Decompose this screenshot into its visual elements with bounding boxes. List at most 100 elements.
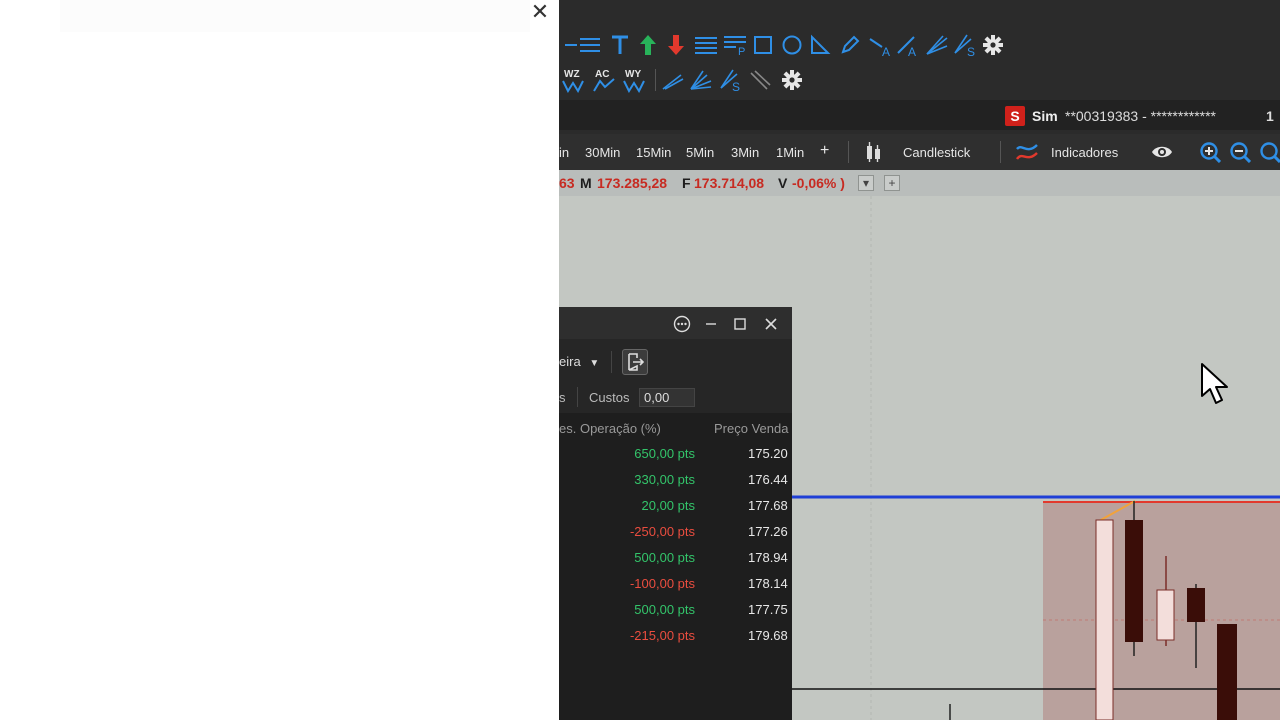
candle (1217, 624, 1237, 720)
result-cell: 500,00 pts (634, 602, 695, 617)
timeframe-15min[interactable]: 15Min (636, 144, 671, 162)
table-row[interactable]: 500,00 pts 178.94 (559, 545, 792, 571)
quote-v-value: -0,06% ) (792, 175, 845, 191)
fibonacci-lines-icon[interactable] (693, 32, 719, 58)
simulator-badge: S (1005, 106, 1025, 126)
candle (1187, 588, 1205, 622)
chart-type-selector[interactable]: Candlestick (903, 144, 970, 162)
gear-icon[interactable] (980, 32, 1006, 58)
zoom-in-icon[interactable] (1199, 141, 1222, 164)
table-row[interactable]: -250,00 pts 177.26 (559, 519, 792, 545)
parallel-lines-icon[interactable] (747, 67, 773, 93)
column-header-sell-price[interactable]: Preço Venda (714, 421, 788, 437)
toolbar-separator (848, 141, 849, 163)
table-row[interactable]: 20,00 pts 177.68 (559, 493, 792, 519)
wz-tool-icon[interactable]: WZ (560, 67, 586, 93)
side-panel-header (60, 0, 530, 32)
timeframe-60min[interactable]: in (559, 144, 569, 162)
table-row[interactable]: 500,00 pts 177.75 (559, 597, 792, 623)
indicators-icon[interactable] (1015, 141, 1038, 163)
portfolio-selector-label: eira (559, 354, 581, 369)
column-header-result[interactable]: es. Operação (%) (559, 421, 661, 437)
sell-price-cell: 179.68 (748, 628, 788, 643)
triangle-icon[interactable] (807, 32, 833, 58)
arrow-up-icon[interactable] (635, 32, 661, 58)
indicators-button[interactable]: Indicadores (1051, 144, 1118, 162)
ellipse-icon[interactable] (779, 32, 805, 58)
account-mode[interactable]: Sim (1032, 106, 1058, 126)
fan-a2-icon[interactable]: A (895, 32, 921, 58)
pivot-lines-icon[interactable]: P (722, 32, 748, 58)
trading-platform: P A A S WZ AC WY S S Sim **00319383 - **… (559, 0, 1280, 720)
result-cell: -100,00 pts (629, 576, 695, 591)
quote-f-value: 173.714,08 (694, 175, 765, 191)
fan-s2-icon[interactable]: S (718, 67, 744, 93)
account-extra: 1 (1266, 108, 1274, 124)
table-row[interactable]: 650,00 pts 175.20 (559, 441, 792, 467)
speed-lines-icon[interactable] (688, 67, 714, 93)
sell-price-cell: 178.94 (748, 550, 788, 565)
timeframe-1min[interactable]: 1Min (776, 144, 804, 162)
quote-f-label: F (682, 175, 691, 191)
zoom-out-icon[interactable] (1229, 141, 1252, 164)
svg-text:WZ: WZ (564, 69, 580, 80)
filter-label: s (559, 390, 566, 405)
pencil-icon[interactable] (837, 32, 863, 58)
sell-price-cell: 177.26 (748, 524, 788, 539)
result-cell: -215,00 pts (629, 628, 695, 643)
close-icon[interactable] (762, 315, 780, 333)
text-tool-icon[interactable] (607, 32, 633, 58)
result-cell: 20,00 pts (641, 498, 696, 513)
ac-tool-icon[interactable]: AC (591, 67, 617, 93)
gear-icon[interactable] (779, 67, 805, 93)
horizontal-lines-icon[interactable] (577, 32, 603, 58)
more-options-icon[interactable] (673, 315, 691, 333)
rectangle-icon[interactable] (750, 32, 776, 58)
wy-tool-icon[interactable]: WY (621, 67, 647, 93)
svg-text:S: S (732, 80, 740, 92)
drawing-toolbar-secondary: WZ AC WY S (559, 63, 1280, 97)
sell-price-cell: 177.75 (748, 602, 788, 617)
portfolio-selector[interactable]: eira ▼ (559, 353, 599, 373)
table-row[interactable]: 330,00 pts 176.44 (559, 467, 792, 493)
svg-text:AC: AC (595, 69, 609, 80)
candlestick-icon[interactable] (864, 141, 886, 163)
quote-info-bar (559, 170, 1280, 196)
result-cell: 500,00 pts (634, 550, 695, 565)
toolbar-separator (611, 351, 612, 373)
table-row[interactable]: -215,00 pts 179.68 (559, 623, 792, 649)
channel-icon[interactable] (660, 67, 686, 93)
add-timeframe-button[interactable]: + (820, 142, 829, 160)
svg-text:WY: WY (625, 69, 641, 80)
drawing-toolbar-primary: P A A S (559, 28, 1280, 62)
account-number[interactable]: **00319383 - ************ (1065, 106, 1216, 126)
fan-a-icon[interactable]: A (867, 32, 893, 58)
candle (1095, 519, 1114, 720)
timeframe-30min[interactable]: 30Min (585, 144, 620, 162)
fan-s-icon[interactable]: S (952, 32, 978, 58)
svg-text:A: A (908, 45, 916, 57)
costs-input[interactable]: 0,00 (639, 388, 695, 407)
maximize-icon[interactable] (731, 315, 749, 333)
export-icon (628, 353, 645, 371)
export-button[interactable] (622, 349, 648, 375)
eye-icon[interactable] (1151, 141, 1173, 163)
caret-down-icon: ▼ (589, 358, 600, 369)
table-row[interactable]: -100,00 pts 178.14 (559, 571, 792, 597)
chevron-down-icon[interactable]: ▾ (858, 175, 874, 191)
timeframe-5min[interactable]: 5Min (686, 144, 714, 162)
result-cell: 330,00 pts (634, 472, 695, 487)
quote-m-value: 173.285,28 (597, 175, 668, 191)
toolbar-separator (1000, 141, 1001, 163)
gann-fan-icon[interactable] (924, 32, 950, 58)
timeframe-3min[interactable]: 3Min (731, 144, 759, 162)
result-cell: 650,00 pts (634, 446, 695, 461)
close-icon[interactable]: ✕ (528, 0, 552, 24)
zoom-reset-icon[interactable] (1259, 141, 1280, 164)
minimize-icon[interactable] (702, 315, 720, 333)
side-panel: ✕ (0, 0, 559, 720)
quote-prefix: 63 (559, 175, 575, 191)
arrow-down-icon[interactable] (663, 32, 689, 58)
add-study-button[interactable]: + (884, 175, 900, 191)
quote-m-label: M (580, 175, 592, 191)
